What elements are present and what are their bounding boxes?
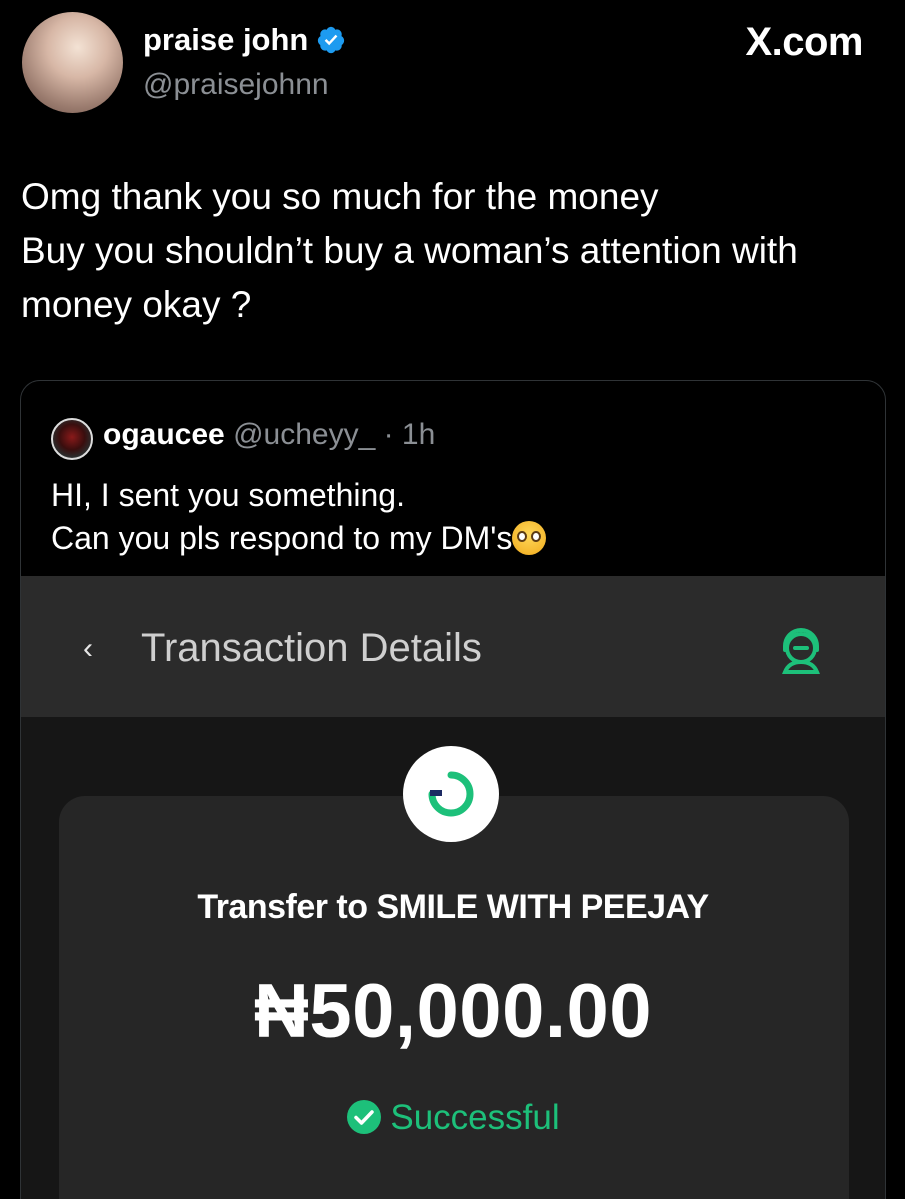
tweet-screenshot: praise john @praisejohnn X.com Omg thank… [0, 0, 905, 1199]
quoted-line-2: Can you pls respond to my DM's [51, 517, 547, 560]
pleading-face-emoji-icon [512, 521, 547, 555]
transfer-status: Successful [21, 1098, 885, 1138]
quoted-text: HI, I sent you something. Can you pls re… [51, 474, 547, 560]
author-name[interactable]: praise john [143, 22, 308, 58]
quoted-timestamp[interactable]: · 1h [384, 418, 436, 451]
tweet-text: Omg thank you so much for the money Buy … [21, 170, 891, 332]
status-label: Successful [390, 1098, 560, 1137]
quoted-line-text: Can you pls respond to my DM's [51, 520, 513, 556]
author-avatar[interactable] [22, 12, 123, 113]
quoted-author-avatar[interactable] [51, 418, 93, 460]
quoted-author-handle[interactable]: @ucheyy_ [233, 418, 375, 451]
quoted-author-name[interactable]: ogaucee [103, 418, 225, 451]
bank-logo-ring-icon [428, 771, 474, 817]
transfer-amount: ₦50,000.00 [254, 969, 652, 1054]
tweet-line: Buy you shouldn’t buy a woman’s attentio… [21, 230, 798, 271]
author-handle[interactable]: @praisejohnn [143, 68, 329, 102]
back-chevron-icon: ‹ [83, 632, 93, 665]
tweet-line: Omg thank you so much for the money [21, 176, 659, 217]
check-circle-icon [347, 1100, 382, 1134]
transfer-recipient-label: Transfer to SMILE WITH PEEJAY [197, 888, 709, 926]
author-name-row[interactable]: praise john [143, 22, 346, 58]
bank-logo-icon [403, 746, 499, 842]
quoted-line: HI, I sent you something. [51, 477, 405, 513]
transaction-header: ‹ Transaction Details [21, 576, 885, 717]
tweet-line: money okay ? [21, 284, 252, 325]
attached-image[interactable]: ‹ Transaction Details Transfer to SMILE … [21, 576, 885, 1199]
quoted-tweet-card[interactable]: ogaucee @ucheyy_ · 1h HI, I sent you som… [20, 380, 886, 1199]
verified-badge-icon [318, 26, 345, 54]
quoted-meta: ogaucee @ucheyy_ · 1h [103, 418, 435, 452]
transaction-title: Transaction Details [141, 626, 482, 670]
headset-support-icon [782, 628, 820, 674]
site-watermark: X.com [745, 20, 863, 64]
